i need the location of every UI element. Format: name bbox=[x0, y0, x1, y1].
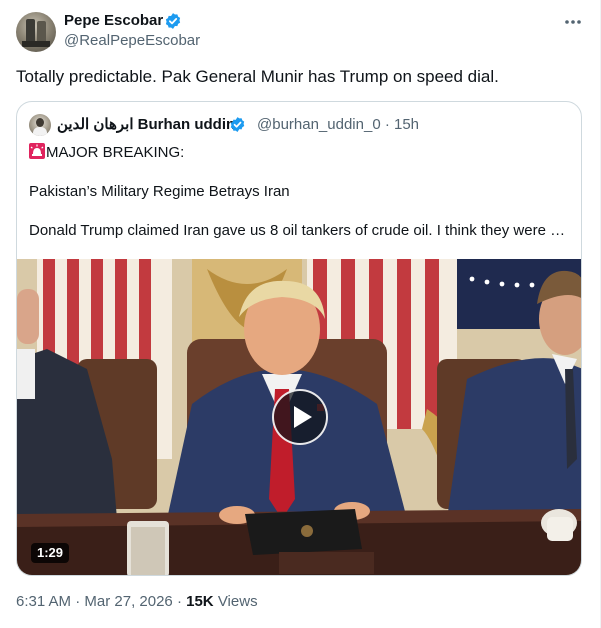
quoted-author-avatar[interactable] bbox=[29, 114, 51, 136]
quoted-text-line-2: Donald Trump claimed Iran gave us 8 oil … bbox=[29, 222, 566, 239]
views-label: Views bbox=[217, 593, 258, 610]
video-player[interactable]: 1:29 bbox=[17, 259, 581, 575]
quoted-verified-badge-icon bbox=[230, 117, 245, 132]
tweet-meta: 6:31 AM · Mar 27, 2026 · 15K Views bbox=[16, 592, 258, 612]
play-button[interactable] bbox=[272, 389, 328, 445]
tweet-text: Totally predictable. Pak General Munir h… bbox=[16, 67, 499, 86]
meta-separator: · bbox=[176, 593, 182, 610]
quoted-tweet-card[interactable]: ابرهان الدين Burhan uddin @burhan_uddin_… bbox=[16, 101, 582, 576]
views-count[interactable]: 15K bbox=[186, 593, 214, 610]
quoted-headline-line: MAJOR BREAKING: bbox=[29, 143, 184, 163]
author-handle[interactable]: @RealPepeEscobar bbox=[64, 31, 200, 51]
tweet-time[interactable]: 6:31 AM bbox=[16, 593, 71, 610]
more-horizontal-icon[interactable] bbox=[560, 12, 586, 32]
play-icon bbox=[294, 406, 312, 428]
police-siren-icon bbox=[29, 143, 45, 159]
video-duration: 1:29 bbox=[31, 543, 70, 563]
quoted-text-line-1: Pakistan’s Military Regime Betrays Iran bbox=[29, 183, 290, 200]
verified-badge-icon bbox=[165, 13, 181, 29]
tweet-date[interactable]: Mar 27, 2026 bbox=[84, 593, 172, 610]
quoted-headline: MAJOR BREAKING: bbox=[46, 144, 185, 161]
quoted-author-name[interactable]: ابرهان الدين Burhan uddin bbox=[57, 116, 235, 134]
quoted-author-handle-and-time[interactable]: @burhan_uddin_0 · 15h bbox=[257, 116, 419, 134]
author-avatar[interactable] bbox=[16, 12, 56, 52]
author-name[interactable]: Pepe Escobar bbox=[64, 11, 163, 31]
meta-separator: · bbox=[75, 593, 81, 610]
